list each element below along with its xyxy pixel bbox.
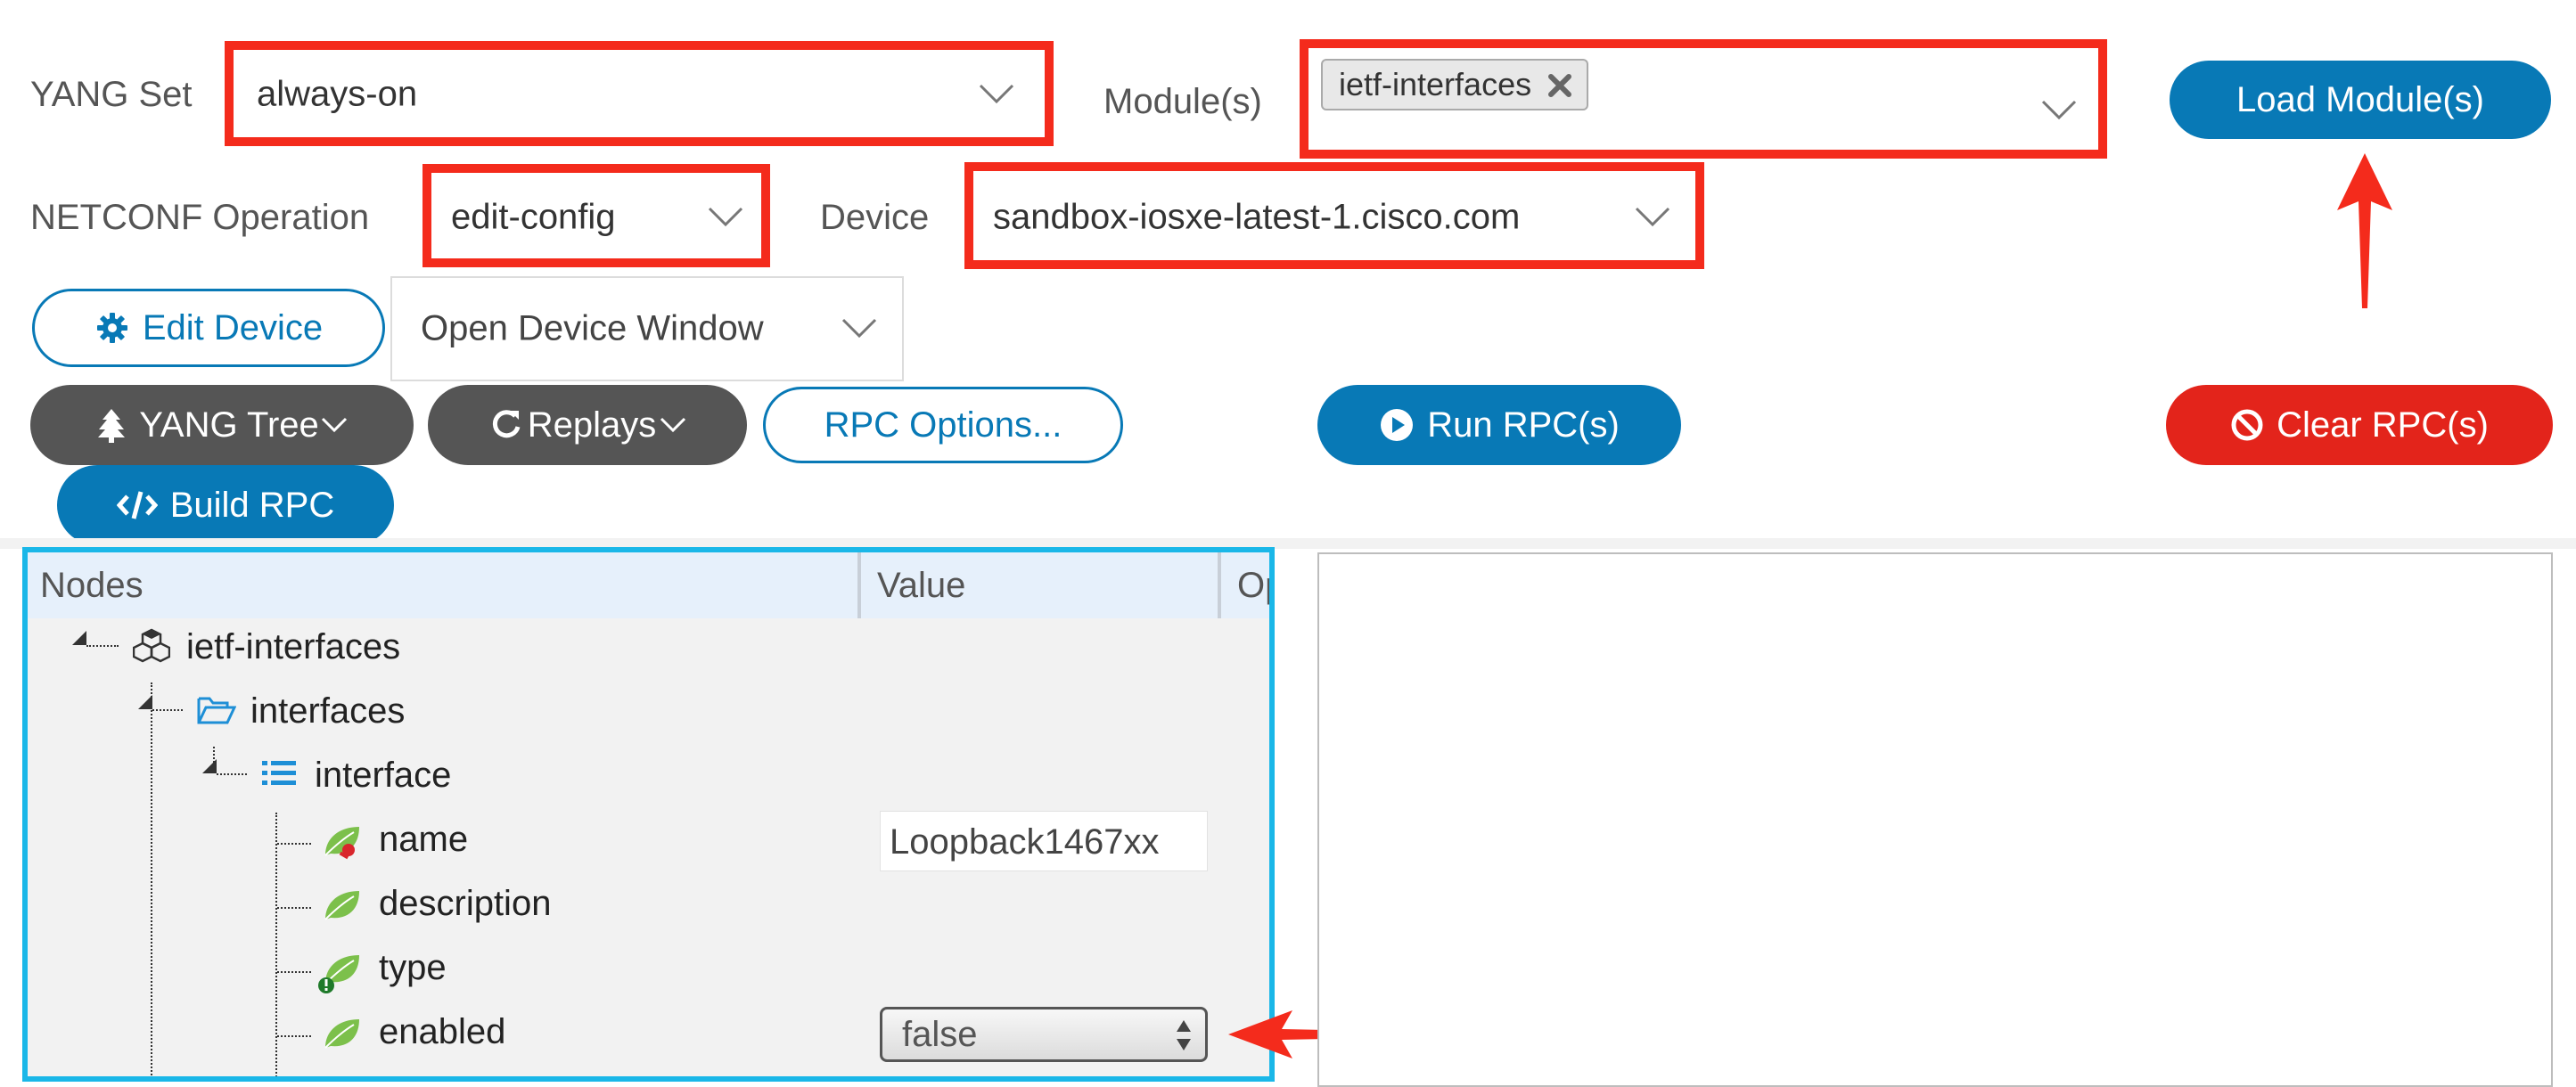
run-rpc-button[interactable]: Run RPC(s) [1317, 385, 1681, 465]
rpc-options-button[interactable]: RPC Options... [763, 387, 1123, 463]
chevron-down-icon [708, 207, 743, 227]
gear-icon [96, 313, 127, 343]
device-select[interactable]: sandbox-iosxe-latest-1.cisco.com [975, 175, 1690, 260]
expand-toggle[interactable] [138, 695, 152, 709]
device-window-select[interactable]: Open Device Window [390, 276, 904, 381]
column-header-value[interactable]: Value [865, 552, 1221, 618]
tree-connector [86, 645, 119, 647]
expand-toggle[interactable] [72, 631, 86, 645]
device-window-value: Open Device Window [421, 308, 764, 348]
tree-connector [152, 709, 183, 711]
grid-header: Nodes Value Op [28, 552, 1269, 618]
folder-open-icon [197, 697, 236, 724]
tree-node-list[interactable]: interface [315, 757, 451, 793]
list-icon [262, 761, 296, 785]
tree-node-leaf-name[interactable]: name [379, 821, 468, 857]
yang-set-value: always-on [257, 74, 418, 114]
code-icon [116, 491, 158, 519]
tree-connector [151, 682, 152, 1076]
play-circle-icon [1381, 409, 1414, 441]
module-chip-label: ietf-interfaces [1339, 66, 1532, 102]
edit-device-button[interactable]: Edit Device [32, 289, 385, 367]
chevron-down-icon [2041, 101, 2077, 120]
arrow-up-annotation [2337, 153, 2392, 308]
expand-toggle[interactable] [202, 759, 217, 773]
redo-icon [492, 410, 521, 438]
clear-rpc-label: Clear RPC(s) [2277, 405, 2489, 445]
yang-set-label: YANG Set [30, 75, 193, 114]
netconf-operation-label: NETCONF Operation [30, 198, 370, 237]
rpc-options-label: RPC Options... [824, 405, 1062, 445]
device-label: Device [820, 198, 930, 237]
ban-icon [2231, 409, 2263, 441]
build-rpc-button[interactable]: Build RPC [57, 465, 394, 545]
yang-tree-grid: Nodes Value Op ietf-interfaces interface… [22, 547, 1275, 1082]
device-value: sandbox-iosxe-latest-1.cisco.com [993, 197, 1521, 237]
enabled-value: false [902, 1015, 978, 1054]
tree-icon [98, 409, 126, 443]
modules-label: Module(s) [1103, 82, 1262, 121]
yang-tree-button[interactable]: YANG Tree [30, 385, 414, 465]
module-chip[interactable]: ietf-interfaces [1321, 59, 1589, 110]
tree-connector [277, 907, 311, 909]
column-header-op[interactable]: Op [1225, 552, 1269, 618]
tree-connector [275, 813, 277, 1076]
clear-rpc-button[interactable]: Clear RPC(s) [2166, 385, 2553, 465]
tree-node-leaf-description[interactable]: description [379, 886, 551, 921]
tree-node-leaf-enabled[interactable]: enabled [379, 1014, 505, 1050]
leaf-key-icon [324, 827, 359, 860]
yang-tree-label: YANG Tree [139, 405, 319, 445]
tree-node-leaf-type[interactable]: type [379, 950, 447, 985]
enabled-value-select[interactable]: false [880, 1007, 1208, 1062]
netconf-operation-select[interactable]: edit-config [433, 175, 763, 260]
chevron-down-icon [979, 84, 1014, 104]
leaf-icon [324, 891, 359, 920]
tree-connector [277, 1035, 311, 1037]
rpc-output-panel[interactable] [1317, 552, 2553, 1087]
close-icon[interactable] [1547, 73, 1572, 98]
load-modules-button[interactable]: Load Module(s) [2170, 61, 2551, 139]
build-rpc-label: Build RPC [169, 485, 335, 525]
chevron-down-icon [1635, 207, 1670, 227]
replays-button[interactable]: Replays [428, 385, 747, 465]
tree-connector [217, 773, 247, 775]
chevron-down-icon [841, 318, 877, 339]
tree-connector [277, 843, 311, 845]
tree-node-container[interactable]: interfaces [250, 693, 405, 729]
leaf-mandatory-icon [318, 955, 359, 993]
updown-arrows-icon [1177, 1020, 1191, 1050]
leaf-icon [324, 1019, 359, 1049]
column-header-nodes[interactable]: Nodes [28, 552, 861, 618]
run-rpc-label: Run RPC(s) [1427, 405, 1620, 445]
netconf-operation-value: edit-config [451, 197, 616, 237]
yang-set-select[interactable]: always-on [234, 50, 1045, 139]
edit-device-label: Edit Device [142, 307, 324, 347]
modules-select[interactable]: ietf-interfaces [1309, 50, 2096, 148]
name-value-input[interactable]: Loopback1467xx [880, 811, 1208, 871]
replays-label: Replays [527, 405, 657, 445]
chevron-down-icon [321, 417, 347, 433]
load-modules-label: Load Module(s) [2236, 79, 2484, 119]
tree-node-module[interactable]: ietf-interfaces [186, 629, 400, 665]
tree-connector [277, 971, 311, 973]
cubes-icon [133, 628, 170, 663]
chevron-down-icon [660, 417, 686, 433]
